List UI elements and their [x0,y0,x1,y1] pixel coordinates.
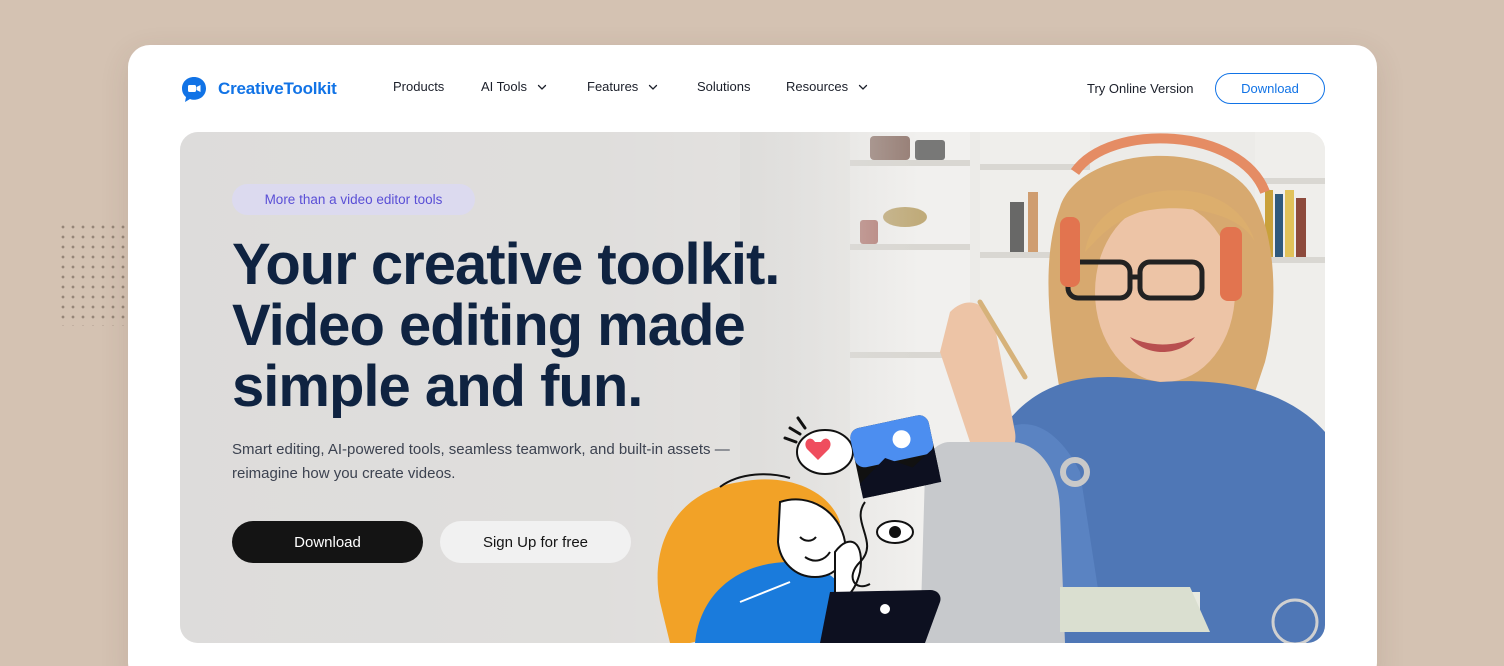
menu-item-products[interactable]: Products [393,79,481,94]
headline-line: Your creative toolkit. [232,232,780,297]
brand-logo[interactable]: CreativeToolkit [180,75,337,103]
menu-item-resources[interactable]: Resources [786,79,868,94]
hero-banner: More than a video editor tools Your crea… [180,132,1325,643]
menu-item-ai-tools[interactable]: AI Tools [481,79,587,94]
landing-card: CreativeToolkit Products AI Tools Featur… [128,45,1377,666]
main-menu: Products AI Tools Features Solutions Res… [393,79,868,94]
menu-item-label: Products [393,79,445,94]
menu-item-features[interactable]: Features [587,79,697,94]
chevron-down-icon [537,84,547,90]
menu-item-label: AI Tools [481,79,528,94]
menu-item-label: Solutions [697,79,751,94]
chevron-down-icon [858,84,868,90]
hero-headline: Your creative toolkit. Video editing mad… [232,234,872,417]
hero-download-button[interactable]: Download [232,521,423,563]
headline-line: Video editing made [232,293,746,358]
menu-item-label: Resources [786,79,849,94]
top-navigation: CreativeToolkit Products AI Tools Featur… [128,45,1377,133]
hero-signup-button[interactable]: Sign Up for free [440,521,631,563]
menu-item-label: Features [587,79,639,94]
headline-line: simple and fun. [232,354,643,419]
chat-video-logo-icon [182,77,206,102]
brand-name: CreativeToolkit [218,79,337,98]
try-online-link[interactable]: Try Online Version [1087,81,1193,96]
hero-badge: More than a video editor tools [232,184,475,215]
creator-illustration [657,415,942,643]
menu-item-solutions[interactable]: Solutions [697,79,786,94]
chevron-down-icon [649,84,658,90]
nav-download-button[interactable]: Download [1215,73,1325,104]
